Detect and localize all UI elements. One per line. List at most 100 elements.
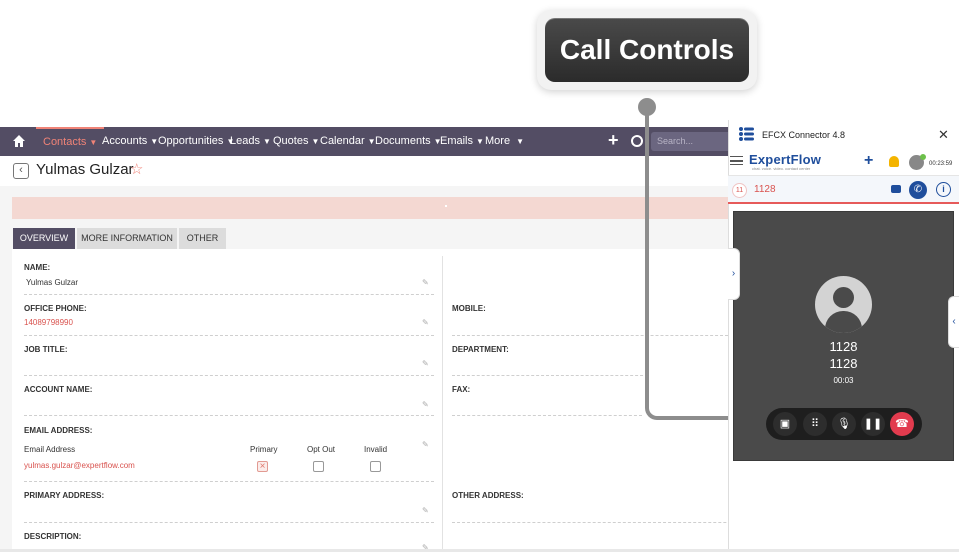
hamburger-menu-icon[interactable] — [730, 156, 743, 165]
expand-left-chevron-icon[interactable]: ‹ — [948, 296, 959, 348]
call-duration: 00:03 — [833, 376, 854, 385]
nav-item-quotes[interactable]: Quotes ▼ — [273, 127, 319, 156]
caller-avatar-icon — [815, 276, 872, 333]
search-input[interactable]: Search... — [651, 132, 731, 151]
nav-item-leads[interactable]: Leads ▼ — [230, 127, 271, 156]
nav-item-emails[interactable]: Emails ▼ — [440, 127, 484, 156]
nav-label: Opportunities — [158, 135, 224, 147]
picture-in-picture-icon[interactable]: ▣ — [773, 412, 797, 436]
hold-pause-icon[interactable]: ❚❚ — [861, 412, 885, 436]
field-separator — [24, 294, 434, 295]
field-separator — [452, 375, 648, 376]
chevron-down-icon: ▼ — [311, 137, 320, 146]
nav-item-documents[interactable]: Documents ▼ — [375, 127, 442, 156]
nav-item-opportunities[interactable]: Opportunities ▼ — [158, 127, 234, 156]
callout-line-horizontal-overlay — [657, 416, 729, 420]
office-phone-label: OFFICE PHONE: — [24, 304, 87, 313]
name-label: NAME: — [24, 263, 51, 272]
nav-label: Quotes — [273, 135, 309, 147]
agent-state-timer: 00:23:59 — [929, 161, 953, 167]
email-address-label: EMAIL ADDRESS: — [24, 426, 93, 435]
other-address-label: OTHER ADDRESS: — [452, 491, 524, 500]
pencil-icon[interactable]: ✎ — [422, 400, 429, 409]
efcx-logo-icon — [739, 127, 754, 141]
bell-icon[interactable] — [889, 156, 899, 167]
account-name-label: ACCOUNT NAME: — [24, 385, 93, 394]
create-plus-icon[interactable]: + — [608, 130, 619, 151]
caller-number: 1128 — [829, 356, 858, 371]
nav-label: Documents — [375, 135, 431, 147]
field-separator — [24, 481, 434, 482]
field-separator — [24, 415, 434, 416]
caller-name: 1128 — [829, 339, 858, 354]
optout-checkbox[interactable] — [313, 461, 324, 472]
field-separator — [24, 375, 434, 376]
field-separator — [24, 335, 434, 336]
chat-icon[interactable] — [891, 185, 901, 193]
email-col-invalid: Invalid — [364, 445, 388, 454]
status-online-dot — [920, 154, 926, 160]
pencil-icon[interactable]: ✎ — [422, 440, 429, 449]
add-icon[interactable]: + — [864, 152, 873, 170]
info-icon[interactable]: i — [936, 182, 951, 197]
pencil-icon[interactable]: ✎ — [422, 359, 429, 368]
primary-address-label: PRIMARY ADDRESS: — [24, 491, 105, 500]
expertflow-tagline: chat. voice. video. contact center — [752, 166, 811, 171]
fax-label: FAX: — [452, 385, 471, 394]
field-separator — [452, 335, 728, 336]
nav-label: Leads — [230, 135, 260, 147]
email-col-address: Email Address — [24, 445, 76, 454]
call-controls-callout: Call Controls — [545, 18, 749, 82]
email-value[interactable]: yulmas.gulzar@expertflow.com — [24, 461, 135, 470]
history-icon[interactable] — [631, 135, 643, 147]
nav-label: Emails — [440, 135, 474, 147]
invalid-checkbox[interactable] — [370, 461, 381, 472]
nav-item-accounts[interactable]: Accounts ▼ — [102, 127, 158, 156]
avatar-body — [825, 311, 862, 333]
nav-label: Contacts — [43, 136, 87, 148]
pencil-icon[interactable]: ✎ — [422, 506, 429, 515]
chevron-down-icon: ▼ — [262, 137, 271, 146]
pencil-icon[interactable]: ✎ — [422, 278, 429, 287]
favorite-star-icon[interactable]: ☆ — [130, 160, 143, 178]
expand-right-chevron-icon[interactable]: › — [728, 248, 740, 300]
home-icon[interactable] — [12, 134, 26, 148]
phone-icon[interactable]: ✆ — [909, 181, 927, 199]
email-col-primary: Primary — [250, 445, 278, 454]
close-icon[interactable]: ✕ — [938, 127, 949, 143]
nav-item-calendar[interactable]: Calendar ▼ — [320, 127, 376, 156]
chevron-down-icon: ▼ — [150, 137, 159, 146]
column-divider — [442, 256, 443, 552]
back-button[interactable]: ‹ — [13, 163, 29, 179]
avatar-head — [833, 287, 854, 308]
job-title-label: JOB TITLE: — [24, 345, 68, 354]
primary-checkbox[interactable]: × — [257, 461, 268, 472]
dialpad-icon[interactable]: ⠿ — [803, 412, 827, 436]
chevron-down-icon: ▼ — [89, 138, 98, 147]
mobile-label: MOBILE: — [452, 304, 486, 313]
microphone-icon[interactable]: 🎙 — [832, 412, 856, 436]
tab-overview[interactable]: OVERVIEW — [13, 228, 75, 249]
tab-other[interactable]: OTHER — [179, 228, 226, 249]
expertflow-logo: ExpertFlow — [749, 152, 822, 167]
nav-item-more[interactable]: More ▼ — [485, 127, 524, 156]
field-separator — [452, 415, 642, 416]
office-phone-value[interactable]: 14089798990 — [24, 318, 73, 327]
call-count-badge: 11 — [732, 183, 747, 198]
department-label: DEPARTMENT: — [452, 345, 509, 354]
chevron-down-icon: ▼ — [516, 137, 524, 146]
connector-title: EFCX Connector 4.8 — [762, 130, 846, 140]
nav-label: Accounts — [102, 135, 148, 147]
chevron-down-icon: ▼ — [476, 137, 484, 146]
tab-more-information[interactable]: MORE INFORMATION — [77, 228, 177, 249]
pencil-icon[interactable]: ✎ — [422, 318, 429, 327]
alert-dot — [445, 205, 447, 207]
name-value[interactable]: Yulmas Gulzar — [26, 278, 78, 287]
alert-bar — [12, 197, 728, 219]
end-call-icon[interactable]: ☎ — [890, 412, 914, 436]
nav-item-contacts[interactable]: Contacts ▼ — [36, 127, 105, 156]
page-title: Yulmas Gulzar — [36, 161, 134, 178]
description-label: DESCRIPTION: — [24, 532, 82, 541]
callout-line-vertical-overlay — [645, 108, 649, 408]
active-call-number: 1128 — [754, 184, 776, 195]
